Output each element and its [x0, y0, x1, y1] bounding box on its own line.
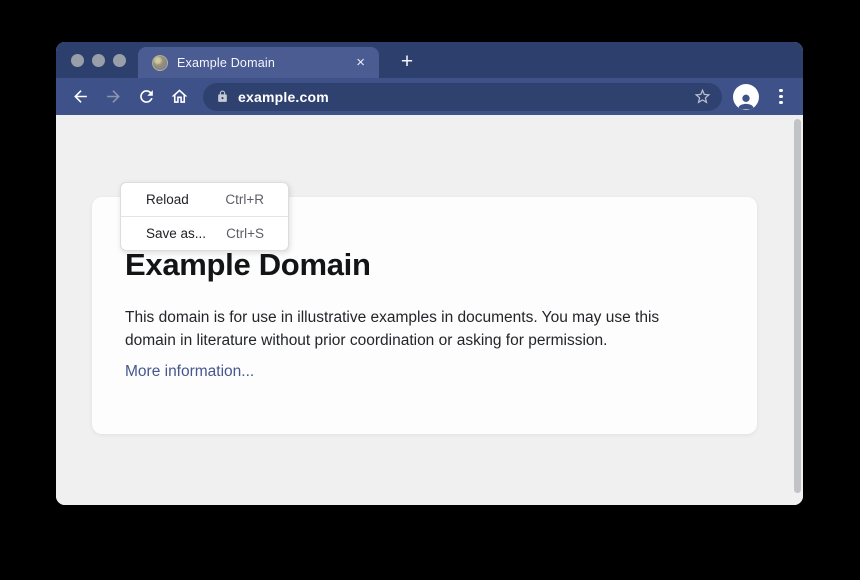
forward-arrow-icon: [104, 87, 123, 106]
url-text[interactable]: example.com: [238, 89, 693, 105]
profile-avatar-icon[interactable]: [733, 84, 759, 110]
window-close-button[interactable]: [71, 54, 84, 67]
page-viewport: Example Domain This domain is for use in…: [56, 115, 803, 505]
shortcut-label: Ctrl+R: [225, 192, 264, 207]
page-title: Example Domain: [125, 247, 371, 283]
tab-strip: Example Domain × +: [56, 42, 803, 78]
address-bar[interactable]: example.com: [203, 83, 722, 111]
tab-close-icon[interactable]: ×: [353, 54, 368, 71]
back-button[interactable]: [64, 82, 97, 112]
page-body-text: This domain is for use in illustrative e…: [125, 306, 659, 352]
new-tab-button[interactable]: +: [394, 49, 420, 75]
window-maximize-button[interactable]: [113, 54, 126, 67]
shortcut-label: Ctrl+S: [226, 226, 264, 241]
home-icon: [170, 87, 189, 106]
context-menu: Reload Ctrl+R Save as... Ctrl+S: [120, 182, 289, 251]
back-arrow-icon: [71, 87, 90, 106]
window-controls: [56, 42, 138, 78]
reload-button[interactable]: [130, 82, 163, 112]
window-minimize-button[interactable]: [92, 54, 105, 67]
more-information-link[interactable]: More information...: [125, 363, 254, 381]
tab-example-domain[interactable]: Example Domain ×: [138, 47, 379, 78]
reload-icon: [137, 87, 156, 106]
favicon-globe-icon: [152, 55, 168, 71]
browser-window: Example Domain × + example.com: [56, 42, 803, 505]
forward-button[interactable]: [97, 82, 130, 112]
bookmark-star-icon[interactable]: [693, 87, 712, 106]
home-button[interactable]: [163, 82, 196, 112]
context-menu-item-reload[interactable]: Reload Ctrl+R: [121, 183, 288, 216]
scrollbar-thumb[interactable]: [794, 119, 801, 493]
browser-menu-button[interactable]: [771, 84, 791, 110]
context-menu-item-save-as[interactable]: Save as... Ctrl+S: [121, 217, 288, 250]
browser-toolbar: example.com: [56, 78, 803, 115]
lock-icon: [216, 90, 229, 103]
tab-title: Example Domain: [177, 56, 353, 70]
